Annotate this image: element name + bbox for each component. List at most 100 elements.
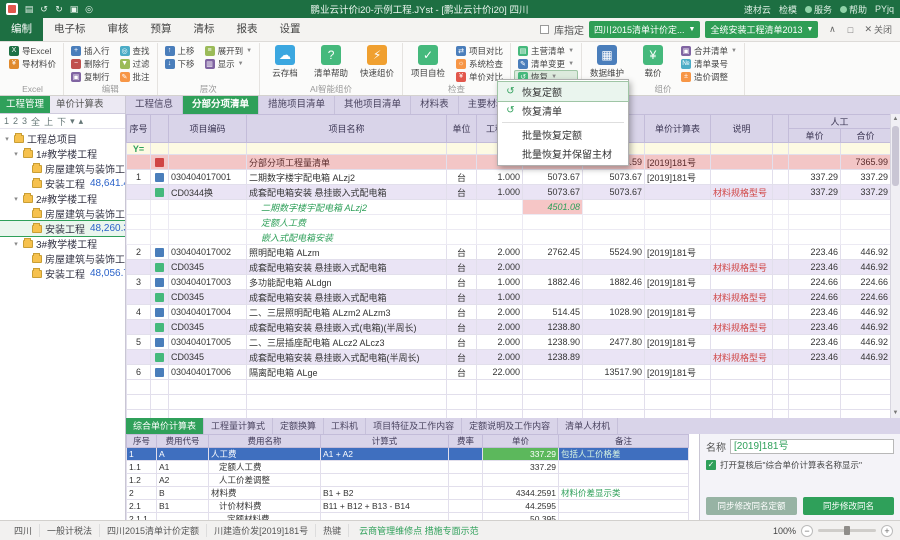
ribbon-button[interactable]: ?清单帮助 [309,43,353,79]
tree-expander-icon[interactable]: ▾ [12,240,20,248]
ribbon-button[interactable]: −删除行 [67,57,114,70]
titlebar-link-2[interactable]: 检模 [779,3,797,16]
close-button[interactable]: ✕ 关闭 [864,23,896,36]
tree-item[interactable]: 安装工程48,056.74 [0,266,125,281]
detail-tab[interactable]: 综合单价计算表 [126,418,204,434]
vertical-scrollbar[interactable]: ▲ ▼ [890,114,900,418]
table-row[interactable]: CD0345成套配电箱安装 悬挂嵌入式配电箱台2.000材料规格型号223.46… [127,260,891,275]
table-row[interactable]: CD0345成套配电箱安装 悬挂嵌入式配电箱台1.000材料规格型号224.66… [127,290,891,305]
table-row[interactable] [127,380,891,395]
table-row[interactable]: 6030404017006隔离配电箱 ALge台22.00013517.90[2… [127,365,891,380]
ribbon-button[interactable]: ▣复制行 [67,70,114,83]
ribbon-tab[interactable]: 编制 [0,18,43,41]
detail-tab[interactable]: 工料机 [324,418,366,434]
ribbon-button[interactable]: ◎查找 [116,44,154,57]
tree-toolbar-button[interactable]: 3 [22,116,27,126]
list-library-select[interactable]: 全统安装工程清单2013 ▼ [705,21,818,38]
name-input[interactable]: [2019]181号 [730,439,894,454]
detail-tab[interactable]: 清单人材机 [558,418,618,434]
tree-toolbar-button[interactable]: ▾ [70,116,75,127]
quota-library-select[interactable]: 四川2015清单计价定... ▼ [589,21,700,38]
tree-item[interactable]: 房屋建筑与装饰工程2,.. [0,206,125,221]
table-row[interactable]: 1.2A2人工价差调整 [127,474,689,487]
table-row[interactable]: 2.1.1定额材料费50.395 [127,513,689,521]
detail-tab[interactable]: 项目特征及工作内容 [366,418,462,434]
ribbon-button[interactable]: ▦数据维护 [585,43,629,79]
table-row[interactable]: 2.1B1计价材料费B11 + B12 + B13 - B1444.2595 [127,500,689,513]
tree-toolbar-button[interactable]: 上 [44,115,53,128]
save-icon[interactable]: ▤ [23,3,35,15]
ribbon-button[interactable]: ☼系统检查 [452,57,507,70]
ribbon-button[interactable]: ✓项目自检 [406,43,450,79]
detail-tab[interactable]: 定额换算 [273,418,324,434]
sync-checkbox[interactable]: ✓ [706,460,716,470]
table-row[interactable]: 4030404017004二、三层照明配电箱 ALzm2 ALzm3台2.000… [127,305,891,320]
ribbon-tab[interactable]: 设置 [269,18,312,41]
titlebar-link-1[interactable]: 速材云 [744,3,771,16]
tree-item[interactable]: 安装工程48,641.41 [0,176,125,191]
ribbon-button[interactable]: ↑上移 [161,44,199,57]
sidebar-tab[interactable]: 工程管理 [0,96,50,113]
zoom-out-button[interactable]: − [801,525,813,537]
ribbon-button[interactable]: +插入行 [67,44,114,57]
ribbon-button[interactable]: ≡展开到▼ [201,44,256,57]
ribbon-button[interactable]: ▣合并清单▼ [677,44,741,57]
detail-tab[interactable]: 定额说明及工作内容 [462,418,558,434]
ribbon-button[interactable]: ▥显示▼ [201,57,256,70]
ribbon-button[interactable]: ±造价调整 [677,70,741,83]
sync-same-quota-button[interactable]: 同步修改同名定额 [706,497,797,515]
table-row[interactable]: CD0345成套配电箱安装 悬挂嵌入式配电箱(半周长)台2.0001238.89… [127,350,891,365]
preview-icon[interactable]: ◎ [83,3,95,15]
titlebar-link-5[interactable]: PYjq [875,4,894,14]
ribbon-tab[interactable]: 审核 [97,18,140,41]
table-row[interactable]: CD0344换成套配电箱安装 悬挂嵌入式配电箱台1.0005073.675073… [127,185,891,200]
ribbon-button[interactable]: ¥载价 [631,43,675,79]
table-row[interactable]: 2B材料费B1 + B24344.2591材料价差显示类 [127,487,689,500]
tree-expander-icon[interactable]: ▾ [12,150,20,158]
worksheet-tab[interactable]: 措施项目清单 [259,96,335,114]
ribbon-button[interactable]: ⚡快速组价 [355,43,399,79]
ribbon-tab[interactable]: 清标 [183,18,226,41]
ribbon-button[interactable]: №清单录号 [677,57,741,70]
menu-item[interactable]: 批量恢复并保留主材 [498,144,628,163]
restore-window-icon[interactable]: □ [841,18,859,41]
table-row[interactable]: 5030404017005二、三层插座配电箱 ALcz2 ALcz3台2.000… [127,335,891,350]
worksheet-tab[interactable]: 材料表 [411,96,459,114]
tree-item[interactable]: ▾工程总项目 [0,131,125,146]
print-icon[interactable]: ▣ [68,3,80,15]
table-row[interactable]: 1030404017001二期数字楼宇配电箱 ALzj2台1.0005073.6… [127,170,891,185]
ribbon-button[interactable]: ▤主营清单▼ [514,44,578,57]
tree-toolbar-button[interactable]: 下 [57,115,66,128]
library-checkbox[interactable] [540,25,549,34]
tree-toolbar-button[interactable]: 2 [13,116,18,126]
table-row[interactable]: 3030404017003多功能配电箱 ALdgn台1.0001882.4618… [127,275,891,290]
table-row[interactable]: 二期数字楼宇配电箱 ALzj24501.08 [127,200,891,215]
tree-item[interactable]: 安装工程48,260.39 [0,221,125,236]
table-row[interactable] [127,395,891,410]
worksheet-tab[interactable]: 其他项目清单 [335,96,411,114]
table-row[interactable]: 2030404017002照明配电箱 ALzm台2.0002762.455524… [127,245,891,260]
ribbon-tab[interactable]: 电子标 [43,18,97,41]
table-row[interactable]: 1A人工费A1 + A2337.29包括人工价格差 [127,448,689,461]
ribbon-tab[interactable]: 预算 [140,18,183,41]
zoom-slider-thumb[interactable] [844,526,850,535]
tree-item[interactable]: 房屋建筑与装饰工程2,.. [0,161,125,176]
tree-expander-icon[interactable]: ▾ [3,135,11,143]
tree-toolbar-button[interactable]: 1 [4,116,9,126]
table-row[interactable]: 嵌入式配电箱安装 [127,230,891,245]
scroll-down-icon[interactable]: ▼ [891,408,900,418]
collapse-ribbon-icon[interactable]: ∧ [823,18,841,41]
undo-icon[interactable]: ↺ [38,3,50,15]
titlebar-link-4[interactable]: 帮助 [840,3,867,16]
table-row[interactable]: 1.1A1定额人工费337.29 [127,461,689,474]
table-row[interactable]: CD0345成套配电箱安装 悬挂嵌入式(电箱)(半周长)台2.0001238.8… [127,320,891,335]
ribbon-button[interactable]: X导Excel [5,44,60,57]
tree-toolbar-button[interactable]: ▴ [79,116,84,127]
worksheet-tab[interactable]: 分部分项清单 [183,96,259,114]
ribbon-button[interactable]: ⇄项目对比 [452,44,507,57]
tree-expander-icon[interactable]: ▾ [12,195,20,203]
ribbon-tab[interactable]: 报表 [226,18,269,41]
ribbon-button[interactable]: ☁云存档 [263,43,307,79]
ribbon-button[interactable]: ▼过滤 [116,57,154,70]
tree-item[interactable]: ▾3#教学楼工程 [0,236,125,251]
